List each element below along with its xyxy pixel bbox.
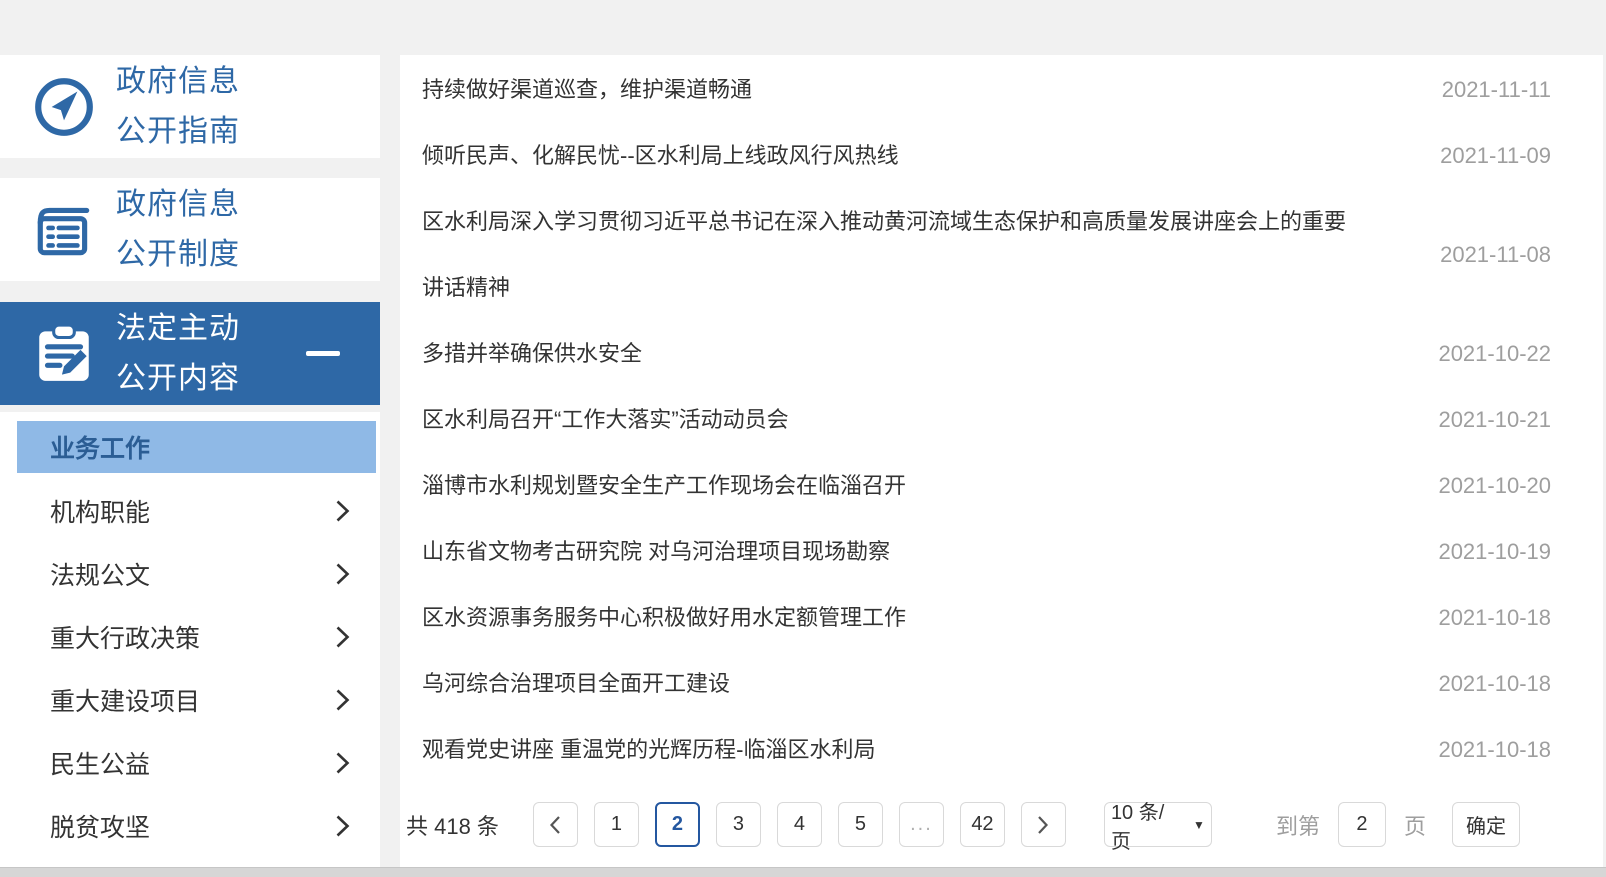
- news-title-link[interactable]: 多措并举确保供水安全: [422, 321, 642, 387]
- compass-icon: [28, 71, 100, 143]
- subitem-label: 重大行政决策: [50, 624, 201, 653]
- news-row: 持续做好渠道巡查，维护渠道畅通 2021-11-11: [400, 57, 1603, 123]
- news-title-link[interactable]: 乌河综合治理项目全面开工建设: [422, 651, 730, 717]
- chevron-left-icon: [550, 815, 561, 834]
- news-row: 区水资源事务服务中心积极做好用水定额管理工作 2021-10-18: [400, 585, 1603, 651]
- collapse-minus-icon: [306, 351, 340, 356]
- page-button-4[interactable]: 4: [776, 802, 822, 847]
- sidebar-subitem-major-decisions[interactable]: 重大行政决策: [0, 605, 380, 668]
- news-title-link[interactable]: 观看党史讲座 重温党的光辉历程-临淄区水利局: [422, 717, 875, 783]
- subitem-label: 脱贫攻坚: [50, 813, 151, 842]
- page-ellipsis-button[interactable]: ...: [898, 802, 944, 847]
- sidebar-item-statutory-disclosure[interactable]: 法定主动 公开内容: [0, 302, 380, 405]
- page-button-5[interactable]: 5: [837, 802, 883, 847]
- news-row: 区水利局深入学习贯彻习近平总书记在深入推动黄河流域生态保护和高质量发展讲座会上的…: [400, 189, 1603, 321]
- subitem-label: 民生公益: [50, 750, 151, 779]
- clipboard-pencil-icon: [28, 318, 100, 390]
- subitem-label: 法规公文: [50, 561, 151, 590]
- sidebar-item-label: 政府信息 公开制度: [116, 187, 240, 271]
- sidebar-subitem-major-projects[interactable]: 重大建设项目: [0, 668, 380, 731]
- sidebar-subitem-org-functions[interactable]: 机构职能: [0, 479, 380, 542]
- news-title-link[interactable]: 区水利局召开“工作大落实”活动动员会: [422, 387, 789, 453]
- news-panel: 持续做好渠道巡查，维护渠道畅通 2021-11-11 倾听民声、化解民忧--区水…: [400, 55, 1603, 868]
- subitem-label: 机构职能: [50, 498, 151, 527]
- sidebar: 政府信息 公开指南 政府信息 公开制度 法定主动 公开内容 业务工作 机构职能 …: [0, 55, 380, 868]
- sidebar-item-label: 政府信息 公开指南: [116, 64, 240, 148]
- chevron-right-icon: [336, 815, 350, 836]
- news-row: 乌河综合治理项目全面开工建设 2021-10-18: [400, 651, 1603, 717]
- chevron-right-icon: [336, 563, 350, 584]
- goto-page-input[interactable]: [1337, 802, 1386, 847]
- caret-down-icon: ▼: [1193, 817, 1205, 832]
- news-date: 2021-10-19: [1438, 539, 1551, 564]
- news-list: 持续做好渠道巡查，维护渠道畅通 2021-11-11 倾听民声、化解民忧--区水…: [400, 57, 1603, 783]
- page-button-1[interactable]: 1: [593, 802, 639, 847]
- sidebar-subitem-poverty-alleviation[interactable]: 脱贫攻坚: [0, 794, 380, 857]
- sidebar-subitem-regulations[interactable]: 法规公文: [0, 542, 380, 605]
- sidebar-submenu: 业务工作 机构职能 法规公文 重大行政决策 重大建设项目 民生公益 脱贫攻坚: [0, 412, 380, 868]
- chevron-right-icon: [1038, 815, 1049, 834]
- news-date: 2021-10-18: [1438, 737, 1551, 762]
- chevron-right-icon: [336, 500, 350, 521]
- page-size-select[interactable]: 10 条/页 ▼: [1103, 802, 1212, 853]
- chevron-right-icon: [336, 626, 350, 647]
- news-date: 2021-10-21: [1438, 407, 1551, 432]
- next-page-button[interactable]: [1020, 802, 1066, 847]
- goto-page-prefix-label: 到第: [1275, 813, 1320, 839]
- confirm-button[interactable]: 确定: [1451, 802, 1520, 847]
- subitem-label: 重大建设项目: [50, 687, 201, 716]
- news-date: 2021-11-11: [1441, 77, 1551, 102]
- news-date: 2021-11-09: [1440, 143, 1551, 168]
- news-row: 多措并举确保供水安全 2021-10-22: [400, 321, 1603, 387]
- sidebar-item-gov-info-guide[interactable]: 政府信息 公开指南: [0, 55, 380, 158]
- page-size-value: 10 条/页: [1110, 801, 1165, 853]
- news-row: 区水利局召开“工作大落实”活动动员会 2021-10-21: [400, 387, 1603, 453]
- news-date: 2021-10-18: [1438, 605, 1551, 630]
- sidebar-item-label: 法定主动 公开内容: [116, 311, 240, 395]
- news-date: 2021-10-18: [1438, 671, 1551, 696]
- subitem-label: 业务工作: [50, 435, 151, 463]
- sidebar-subitem-livelihood[interactable]: 民生公益: [0, 731, 380, 794]
- news-title-link[interactable]: 淄博市水利规划暨安全生产工作现场会在临淄召开: [422, 453, 906, 519]
- news-title-link[interactable]: 倾听民声、化解民忧--区水利局上线政风行风热线: [422, 123, 899, 189]
- news-title-link[interactable]: 持续做好渠道巡查，维护渠道畅通: [422, 57, 752, 123]
- news-title-link[interactable]: 区水资源事务服务中心积极做好用水定额管理工作: [422, 585, 906, 651]
- chevron-right-icon: [336, 689, 350, 710]
- ledger-icon: [28, 194, 100, 266]
- news-date: 2021-10-22: [1438, 341, 1551, 366]
- page-button-42[interactable]: 42: [959, 802, 1005, 847]
- prev-page-button[interactable]: [532, 802, 578, 847]
- news-row: 山东省文物考古研究院 对乌河治理项目现场勘察 2021-10-19: [400, 519, 1603, 585]
- pagination-bar: 共 418 条 1 2 3 4 5 ... 42 10 条/页 ▼ 到第 页 确…: [400, 802, 1603, 853]
- sidebar-subitem-business-work[interactable]: 业务工作: [17, 421, 376, 473]
- sidebar-item-gov-info-system[interactable]: 政府信息 公开制度: [0, 178, 380, 281]
- horizontal-scrollbar[interactable]: [0, 867, 1606, 877]
- news-date: 2021-11-08: [1440, 242, 1551, 267]
- total-count-label: 共 418 条: [406, 813, 499, 839]
- news-row: 观看党史讲座 重温党的光辉历程-临淄区水利局 2021-10-18: [400, 717, 1603, 783]
- news-row: 淄博市水利规划暨安全生产工作现场会在临淄召开 2021-10-20: [400, 453, 1603, 519]
- page-button-2-active[interactable]: 2: [654, 802, 700, 847]
- news-title-link[interactable]: 山东省文物考古研究院 对乌河治理项目现场勘察: [422, 519, 890, 585]
- news-date: 2021-10-20: [1438, 473, 1551, 498]
- goto-page-suffix-label: 页: [1403, 813, 1426, 839]
- page-button-3[interactable]: 3: [715, 802, 761, 847]
- news-title-link[interactable]: 区水利局深入学习贯彻习近平总书记在深入推动黄河流域生态保护和高质量发展讲座会上的…: [422, 189, 1362, 321]
- chevron-right-icon: [336, 752, 350, 773]
- news-row: 倾听民声、化解民忧--区水利局上线政风行风热线 2021-11-09: [400, 123, 1603, 189]
